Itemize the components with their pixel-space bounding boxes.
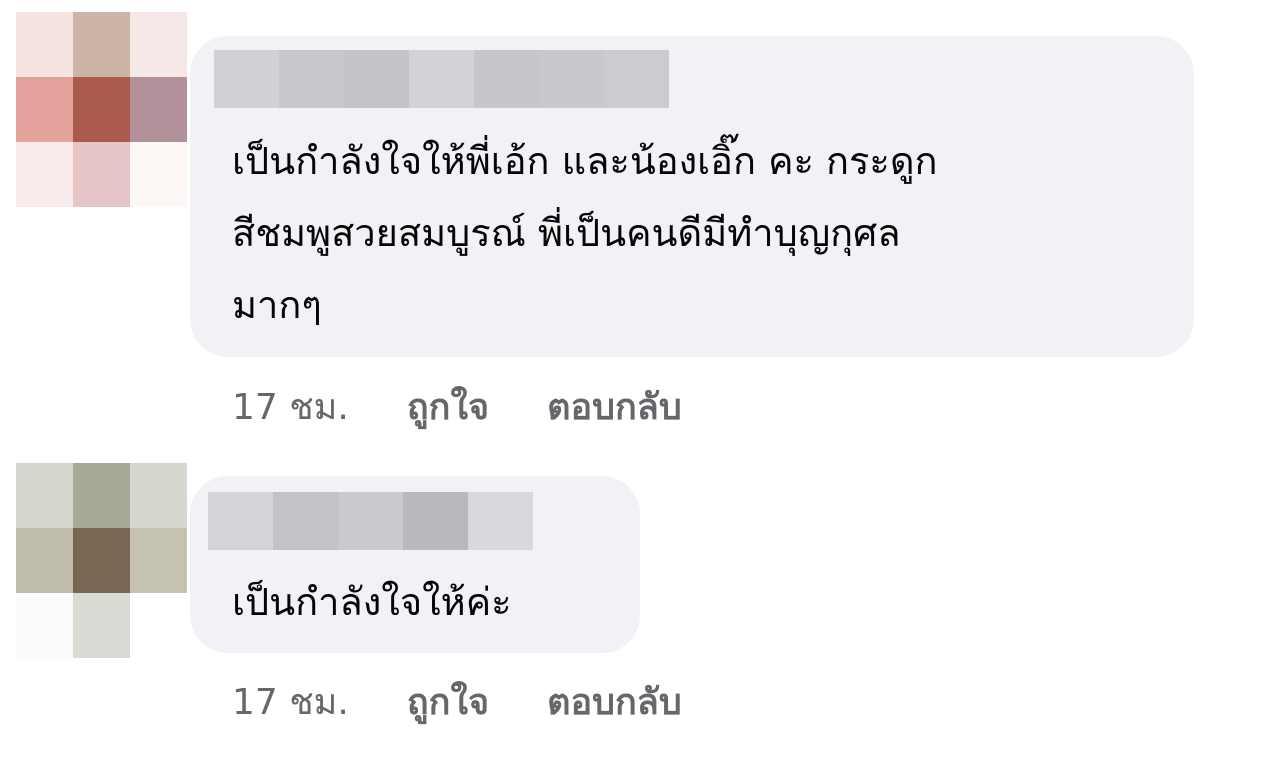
- avatar-pixel: [73, 528, 130, 593]
- avatar-pixel: [130, 142, 187, 207]
- avatar-pixel: [16, 463, 73, 528]
- avatar-pixel: [73, 463, 130, 528]
- commenter-name-blurred[interactable]: [208, 492, 533, 550]
- avatar-pixel: [16, 142, 73, 207]
- name-blur-pixel: [539, 50, 604, 108]
- avatar-pixel: [130, 593, 187, 658]
- name-blur-pixel: [208, 492, 273, 550]
- name-blur-pixel: [344, 50, 409, 108]
- avatar[interactable]: [16, 12, 187, 207]
- avatar-pixel: [16, 593, 73, 658]
- reply-button[interactable]: ตอบกลับ: [547, 673, 682, 730]
- reply-button[interactable]: ตอบกลับ: [547, 378, 682, 435]
- avatar-pixel: [16, 77, 73, 142]
- like-button[interactable]: ถูกใจ: [407, 673, 489, 730]
- avatar-pixel: [16, 528, 73, 593]
- avatar-pixel: [73, 77, 130, 142]
- name-blur-pixel: [214, 50, 279, 108]
- avatar-pixel: [73, 593, 130, 658]
- like-button[interactable]: ถูกใจ: [407, 378, 489, 435]
- avatar-pixel: [16, 12, 73, 77]
- avatar[interactable]: [16, 463, 187, 658]
- avatar-pixel: [130, 77, 187, 142]
- comment-actions: 17 ชม. ถูกใจ ตอบกลับ: [232, 673, 682, 730]
- name-blur-pixel: [279, 50, 344, 108]
- name-blur-pixel: [468, 492, 533, 550]
- avatar-pixel: [130, 528, 187, 593]
- avatar-pixel: [73, 142, 130, 207]
- comment-text: เป็นกำลังใจให้พี่เอ้ก และน้องเอิ๊ก คะ กร…: [232, 139, 938, 327]
- name-blur-pixel: [474, 50, 539, 108]
- name-blur-pixel: [604, 50, 669, 108]
- commenter-name-blurred[interactable]: [214, 50, 669, 108]
- avatar-pixel: [130, 12, 187, 77]
- name-blur-pixel: [273, 492, 338, 550]
- comment-text: เป็นกำลังใจให้ค่ะ: [232, 580, 512, 624]
- name-blur-pixel: [409, 50, 474, 108]
- avatar-pixel: [73, 12, 130, 77]
- avatar-pixel: [130, 463, 187, 528]
- comment-actions: 17 ชม. ถูกใจ ตอบกลับ: [232, 378, 682, 435]
- comment-timestamp[interactable]: 17 ชม.: [232, 673, 349, 730]
- name-blur-pixel: [338, 492, 403, 550]
- name-blur-pixel: [403, 492, 468, 550]
- comment-timestamp[interactable]: 17 ชม.: [232, 378, 349, 435]
